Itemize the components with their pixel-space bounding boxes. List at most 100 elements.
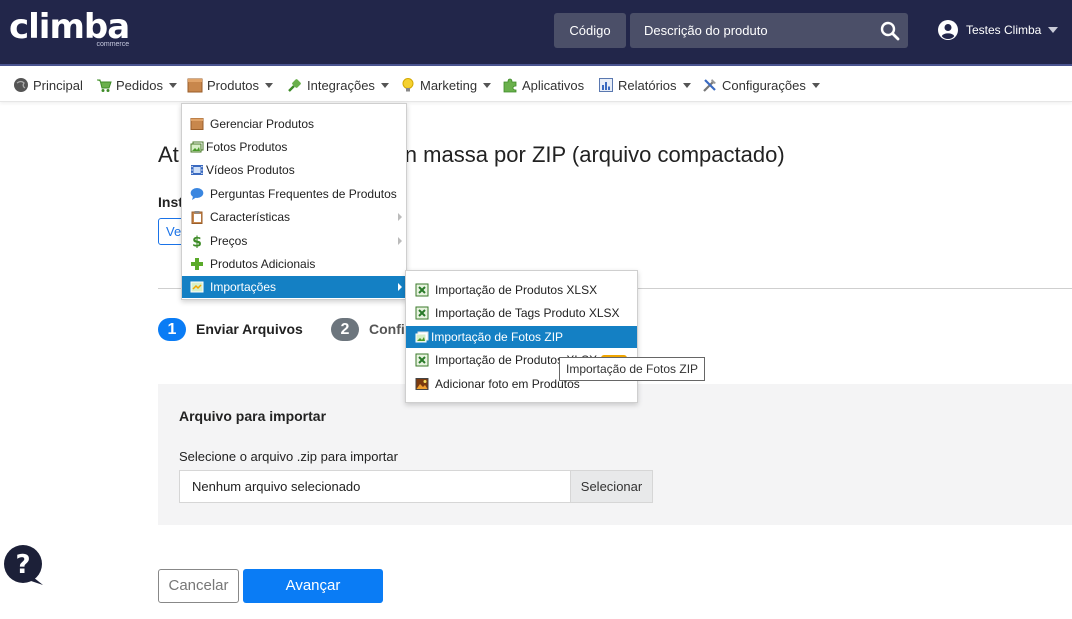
nav-label: Marketing [420,77,478,93]
nav-item-configuracoes[interactable]: Configurações [702,68,820,102]
nav-label: Integrações [307,77,375,93]
climba-logo[interactable]: climba commerce [9,7,130,48]
dollar-icon: $ [192,235,202,249]
plus-icon [191,258,203,270]
menu-item-gerenciar-produtos[interactable]: Gerenciar Produtos [182,113,406,135]
menu-item-perguntas-frequentes[interactable]: Perguntas Frequentes de Produtos [182,183,406,205]
cancel-button[interactable]: Cancelar [158,569,239,603]
page-title-start: At [158,142,179,167]
menu-item-produtos-adicionais[interactable]: Produtos Adicionais [182,253,406,275]
nav-item-principal[interactable]: Principal [13,68,83,102]
nav-label: Aplicativos [522,77,585,93]
menu-item-label: Importação de Fotos ZIP [431,330,564,344]
nav-item-produtos[interactable]: Produtos [187,68,274,102]
file-label: Selecione o arquivo .zip para importar [179,449,398,464]
select-file-button[interactable]: Selecionar [570,470,653,503]
tooltip: Importação de Fotos ZIP [559,357,706,381]
submenu-item-importacao-produtos-xlsx[interactable]: Importação de Produtos XLSX [406,279,637,301]
puzzle-icon [503,78,517,93]
plug-icon [288,79,301,92]
nav-item-pedidos[interactable]: Pedidos [96,68,177,102]
menu-item-label: Gerenciar Produtos [210,117,315,131]
cart-icon [97,79,112,92]
menu-item-label: Importações [210,280,277,294]
nav-label: Pedidos [116,77,163,93]
chevron-down-icon [1048,27,1059,33]
search-input[interactable] [630,13,870,48]
produtos-menu: Gerenciar Produtos Fotos Produtos Vídeos… [181,103,407,300]
clipboard-icon [191,211,203,224]
menu-item-videos-produtos[interactable]: Vídeos Produtos [182,159,406,181]
report-icon [599,78,613,92]
page-title-end: n massa por ZIP (arquivo compactado) [404,142,785,167]
menu-item-label: Importação de Produtos XLSX [435,283,598,297]
search-icon[interactable] [880,21,900,41]
menu-item-label: Preços [210,234,248,248]
step-label: Enviar Arquivos [196,321,303,337]
code-button[interactable]: Código [554,13,626,48]
nav-item-integracoes[interactable]: Integrações [287,68,389,102]
step-label: Confi [369,321,405,337]
speech-bubble-icon [190,188,204,200]
chevron-down-icon [483,82,492,88]
svg-text:$: $ [192,235,202,249]
menu-item-label: Vídeos Produtos [206,163,295,177]
chevron-down-icon [682,82,691,88]
globe-icon [14,78,28,92]
chevron-down-icon [265,82,274,88]
panel-title: Arquivo para importar [179,408,327,424]
chevron-right-icon [398,213,402,221]
image-icon [415,378,429,390]
step-number: 1 [158,317,186,341]
nav-label: Produtos [207,77,260,93]
next-button[interactable]: Avançar [243,569,383,603]
chevron-right-icon [398,237,402,245]
chevron-down-icon [168,82,177,88]
menu-item-importacoes[interactable]: Importações [182,276,406,298]
menu-item-label: Importação de Tags Produto XLSX [435,306,620,320]
instructions-label: Inst [158,194,183,210]
step-number: 2 [331,317,359,341]
menu-item-label: Características [210,210,291,224]
nav-label: Configurações [722,77,806,93]
user-avatar-icon [938,20,958,40]
file-input[interactable]: Nenhum arquivo selecionado [179,470,570,503]
menu-item-label: Perguntas Frequentes de Produtos [210,187,397,201]
film-icon [191,165,203,175]
import-icon [190,281,204,293]
lightbulb-icon [402,78,414,92]
user-name: Testes Climba [966,23,1042,37]
submenu-item-importacao-fotos-zip[interactable]: Importação de Fotos ZIP [406,326,637,348]
menu-item-fotos-produtos[interactable]: Fotos Produtos [182,136,406,158]
tools-icon [703,79,716,92]
step-1: 1 Enviar Arquivos [158,317,303,341]
menu-item-caracteristicas[interactable]: Características [182,206,406,228]
chevron-down-icon [811,82,820,88]
svg-text:?: ? [15,550,30,580]
search-box [630,13,908,48]
box-icon [187,78,203,93]
photos-icon [190,141,204,153]
nav-item-relatorios[interactable]: Relatórios [598,68,691,102]
nav-label: Principal [33,77,83,93]
box-icon [190,118,204,130]
logo-text: climba [9,7,130,47]
menu-item-precos[interactable]: $ Preços [182,230,406,252]
nav-item-aplicativos[interactable]: Aplicativos [502,68,584,102]
excel-icon [415,283,429,297]
help-icon[interactable]: ? [3,543,45,587]
nav-item-marketing[interactable]: Marketing [400,68,492,102]
chevron-right-icon [398,283,402,291]
submenu-item-importacao-tags-xlsx[interactable]: Importação de Tags Produto XLSX [406,302,637,324]
nav-label: Relatórios [618,77,677,93]
logo-subtext: commerce [96,41,130,48]
importacoes-submenu: Importação de Produtos XLSX Importação d… [405,270,638,403]
excel-icon [415,353,429,367]
main-nav: Principal Pedidos Produtos Integrações M… [0,68,1072,102]
menu-item-label: Fotos Produtos [206,140,288,154]
photos-icon [415,331,429,343]
chevron-down-icon [380,82,389,88]
top-header: climba commerce Código Testes Climba [0,0,1072,66]
user-menu[interactable]: Testes Climba [938,19,1059,41]
menu-item-label: Produtos Adicionais [210,257,316,271]
